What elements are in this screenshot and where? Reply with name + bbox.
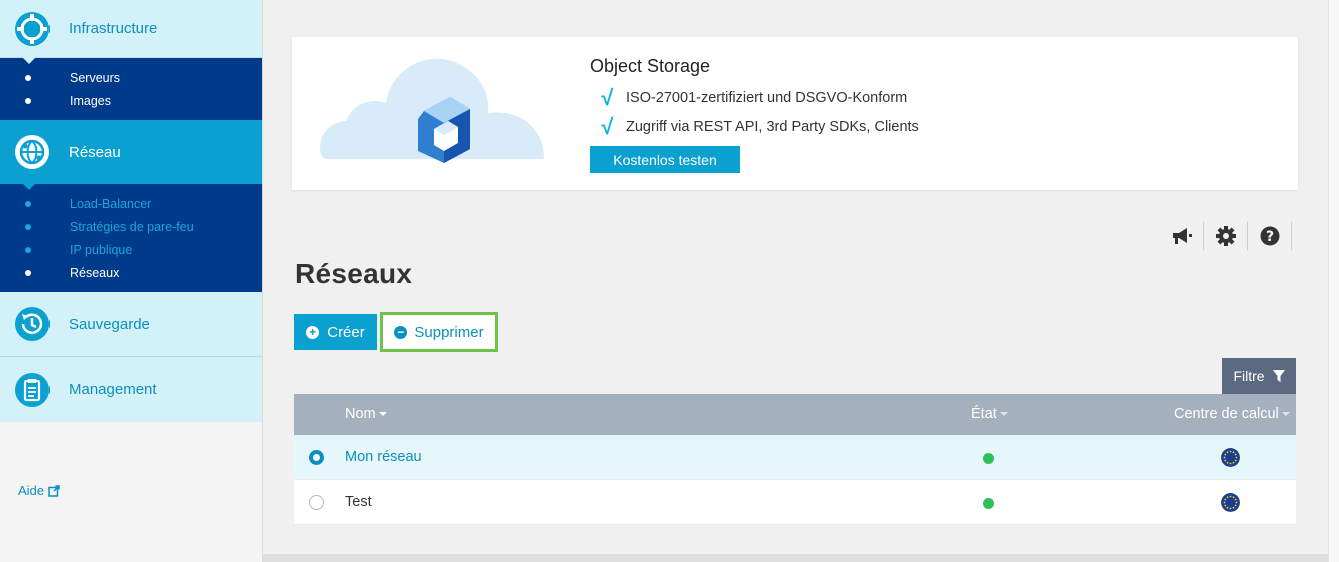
clock-history-icon: [15, 307, 50, 341]
cloud-cube-icon: [320, 58, 544, 163]
megaphone-button[interactable]: [1160, 222, 1204, 250]
bullet: [25, 97, 31, 104]
bottom-edge: [263, 554, 1328, 562]
clipboard-icon: [15, 372, 50, 407]
create-button[interactable]: + Créer: [294, 314, 377, 350]
external-link-icon: [48, 484, 60, 497]
sidebar-item-label: Serveurs: [70, 70, 121, 85]
bullet: [25, 269, 31, 276]
row-radio[interactable]: [309, 495, 324, 510]
sort-caret-icon: [999, 412, 1008, 416]
banner-feature: √ Zugriff via REST API, 3rd Party SDKs, …: [600, 116, 919, 138]
sidebar-subnav-reseau: Load-Balancer Stratégies de pare-feu IP …: [0, 183, 262, 292]
table-header: Nom État Centre de calcul: [294, 394, 1296, 435]
sidebar-item-serveurs[interactable]: Serveurs: [0, 66, 262, 89]
plus-circle-icon: +: [306, 325, 320, 339]
megaphone-icon: [1172, 228, 1192, 244]
page-title: Réseaux: [295, 258, 413, 289]
sidebar-section-label: Réseau: [69, 143, 121, 161]
minus-circle-icon: −: [394, 325, 408, 339]
sidebar-section-label: Management: [69, 381, 157, 398]
bullet: [25, 74, 31, 81]
row-radio[interactable]: [309, 450, 324, 465]
table-row[interactable]: Mon réseau: [294, 435, 1296, 480]
sidebar-item-load-balancer[interactable]: Load-Balancer: [0, 192, 262, 215]
sidebar-item-reseaux[interactable]: Réseaux: [0, 261, 262, 284]
sidebar-section-label: Sauvegarde: [69, 315, 150, 333]
gear-icon: [1215, 226, 1236, 246]
sidebar-section-reseau[interactable]: Réseau: [0, 120, 262, 184]
sort-caret-icon: [1281, 412, 1290, 416]
banner-feature-text: Zugriff via REST API, 3rd Party SDKs, Cl…: [626, 119, 919, 135]
column-header-name[interactable]: Nom: [345, 406, 387, 422]
checkmark-icon: √: [600, 85, 613, 110]
crosshair-gear-icon: [15, 11, 50, 46]
row-name[interactable]: Mon réseau: [345, 449, 422, 465]
sidebar-section-management[interactable]: Management: [0, 357, 262, 422]
column-header-datacenter[interactable]: Centre de calcul: [1174, 406, 1290, 422]
sidebar-item-label: IP publique: [70, 242, 133, 257]
table-row[interactable]: Test: [294, 480, 1296, 525]
sidebar-section-label: Infrastructure: [69, 20, 158, 37]
column-label: État: [971, 406, 997, 422]
sidebar-section-sauvegarde[interactable]: Sauvegarde: [0, 292, 262, 357]
sort-caret-icon: [378, 412, 387, 416]
eu-flag-icon: [1221, 493, 1240, 512]
column-label: Nom: [345, 406, 376, 422]
help-link[interactable]: Aide: [18, 483, 60, 498]
filter-button[interactable]: Filtre: [1222, 358, 1296, 394]
create-label: Créer: [327, 323, 365, 341]
funnel-icon: [1272, 369, 1285, 382]
eu-flag-icon: [1221, 448, 1240, 467]
sidebar-section-infrastructure[interactable]: Infrastructure: [0, 0, 262, 58]
scrollbar-track[interactable]: [1328, 0, 1339, 562]
sidebar-item-label: Réseaux: [70, 265, 120, 280]
free-trial-button[interactable]: Kostenlos testen: [590, 146, 740, 173]
bullet: [25, 246, 31, 253]
sidebar-item-label: Stratégies de pare-feu: [70, 219, 194, 234]
page-toolbar: ?: [1160, 222, 1292, 250]
column-label: Centre de calcul: [1174, 406, 1279, 422]
delete-label: Supprimer: [414, 323, 484, 341]
sidebar: Infrastructure Serveurs Images Réseau Lo…: [0, 0, 263, 562]
banner-feature: √ ISO-27001-zertifiziert und DSGVO-Konfo…: [600, 87, 907, 109]
status-indicator: [983, 498, 994, 509]
settings-button[interactable]: [1204, 222, 1248, 250]
sidebar-item-label: Images: [70, 93, 111, 108]
help-label: Aide: [18, 483, 45, 498]
svg-text:?: ?: [1265, 229, 1273, 245]
sidebar-item-images[interactable]: Images: [0, 89, 262, 112]
bullet: [25, 200, 31, 207]
sidebar-item-label: Load-Balancer: [70, 196, 152, 211]
status-indicator: [983, 453, 994, 464]
banner-title: Object Storage: [590, 56, 711, 76]
sidebar-item-firewall[interactable]: Stratégies de pare-feu: [0, 215, 262, 238]
help-button[interactable]: ?: [1248, 222, 1292, 250]
checkmark-icon: √: [600, 114, 613, 139]
banner-feature-text: ISO-27001-zertifiziert und DSGVO-Konform: [626, 90, 908, 106]
filter-label: Filtre: [1233, 368, 1265, 384]
column-header-state[interactable]: État: [971, 406, 1008, 422]
globe-network-icon: [15, 135, 49, 169]
row-name[interactable]: Test: [345, 494, 372, 510]
bullet: [25, 223, 31, 230]
promo-banner: Object Storage √ ISO-27001-zertifiziert …: [292, 37, 1298, 190]
sidebar-subnav-infrastructure: Serveurs Images: [0, 57, 262, 120]
delete-button[interactable]: − Supprimer: [380, 312, 498, 352]
sidebar-item-public-ip[interactable]: IP publique: [0, 238, 262, 261]
networks-table: Nom État Centre de calcul Mon réseau Tes…: [294, 394, 1296, 525]
help-circle-icon: ?: [1260, 226, 1279, 246]
